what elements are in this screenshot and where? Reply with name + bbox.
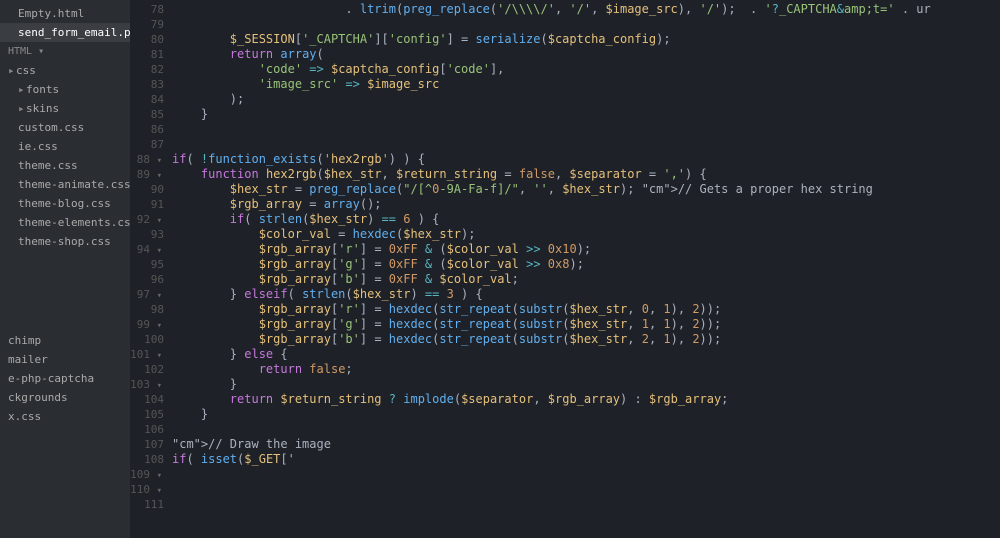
code-area[interactable]: . ltrim(preg_replace('/\\\\/', '/', $ima… [172, 0, 1000, 538]
code-line[interactable] [172, 122, 1000, 137]
line-number: 97 ▾ [130, 287, 164, 302]
line-number: 78 [130, 2, 164, 17]
line-number: 104 [130, 392, 164, 407]
line-number: 98 [130, 302, 164, 317]
line-number: 85 [130, 107, 164, 122]
line-number: 108 [130, 452, 164, 467]
code-line[interactable]: return array( [172, 47, 1000, 62]
file-item[interactable]: ckgrounds [0, 388, 130, 407]
line-number: 84 [130, 92, 164, 107]
file-item[interactable]: mailer [0, 350, 130, 369]
code-line[interactable]: } [172, 107, 1000, 122]
file-ie-css[interactable]: ie.css [0, 137, 130, 156]
line-number: 103 ▾ [130, 377, 164, 392]
code-line[interactable]: 'image_src' => $image_src [172, 77, 1000, 92]
code-line[interactable]: if( isset($_GET[' [172, 452, 1000, 467]
line-number: 87 [130, 137, 164, 152]
file-theme-css[interactable]: theme.css [0, 156, 130, 175]
code-line[interactable]: $color_val = hexdec($hex_str); [172, 227, 1000, 242]
line-number: 102 [130, 362, 164, 377]
code-line[interactable]: } [172, 407, 1000, 422]
code-line[interactable]: return false; [172, 362, 1000, 377]
line-number: 82 [130, 62, 164, 77]
code-line[interactable] [172, 137, 1000, 152]
sidebar-section: HTML ▾ [0, 42, 130, 61]
file-sidebar: Empty.html send_form_email.php HTML ▾ ▸c… [0, 0, 130, 538]
line-number: 89 ▾ [130, 167, 164, 182]
code-editor[interactable]: 78 79 80 81 82 83 84 85 86 87 88 ▾89 ▾90… [130, 0, 1000, 538]
code-line[interactable]: 'code' => $captcha_config['code'], [172, 62, 1000, 77]
code-line[interactable] [172, 422, 1000, 437]
code-line[interactable]: return $return_string ? implode($separat… [172, 392, 1000, 407]
file-item[interactable]: chimp [0, 331, 130, 350]
code-line[interactable]: "cm">// Draw the image [172, 437, 1000, 452]
code-line[interactable]: if( !function_exists('hex2rgb') ) { [172, 152, 1000, 167]
code-line[interactable] [172, 17, 1000, 32]
line-number: 94 ▾ [130, 242, 164, 257]
code-line[interactable]: $rgb_array['r'] = hexdec(str_repeat(subs… [172, 302, 1000, 317]
code-line[interactable]: ); [172, 92, 1000, 107]
line-number: 110 ▾ [130, 482, 164, 497]
line-number: 81 [130, 47, 164, 62]
code-line[interactable]: } [172, 377, 1000, 392]
code-line[interactable]: $rgb_array['r'] = 0xFF & ($color_val >> … [172, 242, 1000, 257]
line-number: 99 ▾ [130, 317, 164, 332]
file-theme-shop-css[interactable]: theme-shop.css [0, 232, 130, 251]
code-line[interactable]: $_SESSION['_CAPTCHA']['config'] = serial… [172, 32, 1000, 47]
line-number: 91 [130, 197, 164, 212]
folder-css[interactable]: ▸css [0, 61, 130, 80]
code-line[interactable]: $rgb_array['b'] = 0xFF & $color_val; [172, 272, 1000, 287]
line-number: 107 [130, 437, 164, 452]
line-number: 86 [130, 122, 164, 137]
line-number: 100 [130, 332, 164, 347]
folder-fonts[interactable]: ▸fonts [0, 80, 130, 99]
line-number: 92 ▾ [130, 212, 164, 227]
line-number: 106 [130, 422, 164, 437]
folder-skins[interactable]: ▸skins [0, 99, 130, 118]
code-line[interactable]: $rgb_array['b'] = hexdec(str_repeat(subs… [172, 332, 1000, 347]
line-number: 93 [130, 227, 164, 242]
line-number: 111 [130, 497, 164, 512]
line-number: 96 [130, 272, 164, 287]
code-line[interactable]: function hex2rgb($hex_str, $return_strin… [172, 167, 1000, 182]
code-line[interactable]: } else { [172, 347, 1000, 362]
line-number: 79 [130, 17, 164, 32]
file-theme-blog-css[interactable]: theme-blog.css [0, 194, 130, 213]
file-item[interactable]: Empty.html [0, 4, 130, 23]
file-theme-animate-css[interactable]: theme-animate.css [0, 175, 130, 194]
file-item-active[interactable]: send_form_email.php [0, 23, 130, 42]
file-item[interactable]: x.css [0, 407, 130, 426]
line-number: 80 [130, 32, 164, 47]
line-number: 101 ▾ [130, 347, 164, 362]
line-number: 83 [130, 77, 164, 92]
file-custom-css[interactable]: custom.css [0, 118, 130, 137]
line-number: 105 [130, 407, 164, 422]
line-number: 109 ▾ [130, 467, 164, 482]
code-line[interactable]: $rgb_array['g'] = 0xFF & ($color_val >> … [172, 257, 1000, 272]
line-number: 95 [130, 257, 164, 272]
code-line[interactable]: $hex_str = preg_replace("/[^0-9A-Fa-f]/"… [172, 182, 1000, 197]
code-line[interactable]: $rgb_array['g'] = hexdec(str_repeat(subs… [172, 317, 1000, 332]
line-number: 88 ▾ [130, 152, 164, 167]
line-number: 90 [130, 182, 164, 197]
file-theme-elements-css[interactable]: theme-elements.css [0, 213, 130, 232]
code-line[interactable]: } elseif( strlen($hex_str) == 3 ) { [172, 287, 1000, 302]
line-gutter: 78 79 80 81 82 83 84 85 86 87 88 ▾89 ▾90… [130, 0, 172, 538]
code-line[interactable]: if( strlen($hex_str) == 6 ) { [172, 212, 1000, 227]
code-line[interactable]: . ltrim(preg_replace('/\\\\/', '/', $ima… [172, 2, 1000, 17]
code-line[interactable]: $rgb_array = array(); [172, 197, 1000, 212]
file-item[interactable]: e-php-captcha [0, 369, 130, 388]
